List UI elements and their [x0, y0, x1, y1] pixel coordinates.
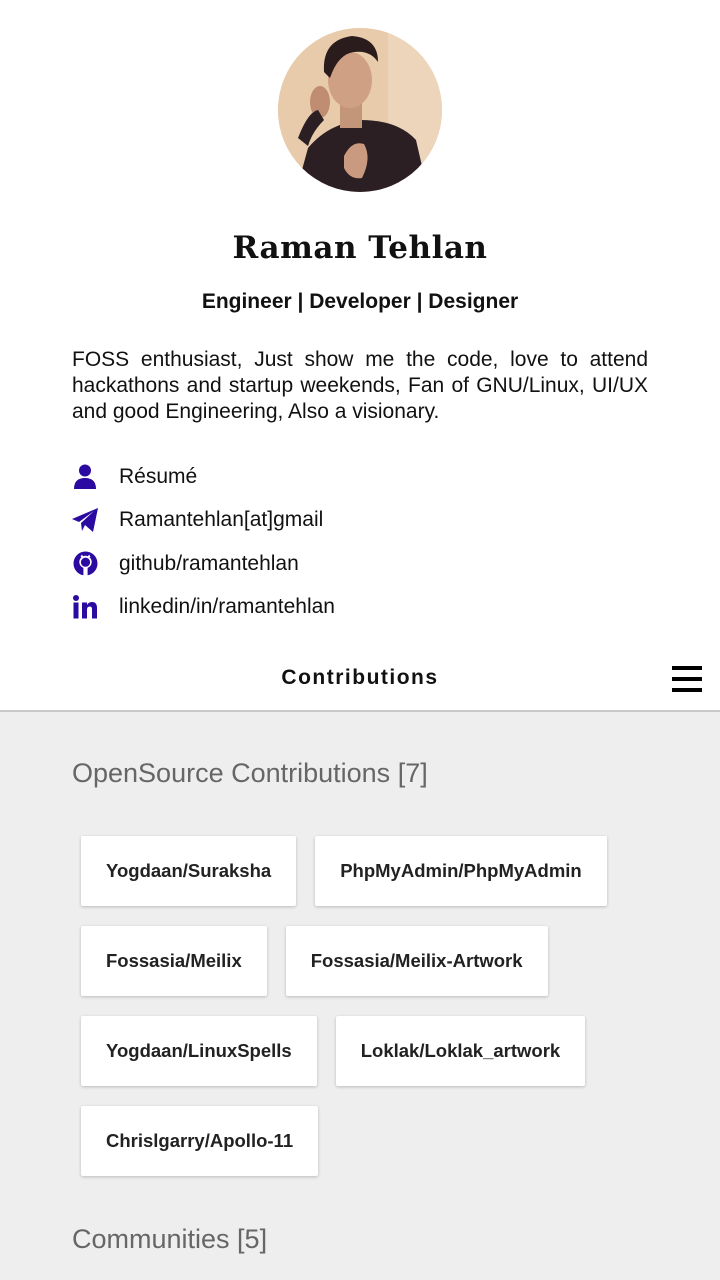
avatar	[278, 28, 442, 192]
chip-row: Chrislgarry/Apollo-11	[81, 1106, 681, 1176]
contributions-navbar: Contributions	[0, 652, 720, 712]
chip-row: Yogdaan/LinuxSpells Loklak/Loklak_artwor…	[81, 1016, 681, 1086]
user-icon	[72, 464, 98, 490]
contribution-chip[interactable]: Yogdaan/LinuxSpells	[81, 1016, 317, 1086]
github-link-label: github/ramantehlan	[119, 551, 299, 575]
opensource-section-title: OpenSource Contributions [7]	[72, 758, 428, 788]
linkedin-link-label: linkedin/in/ramantehlan	[119, 595, 335, 619]
email-link[interactable]: Ramantehlan[at]gmail	[72, 499, 632, 543]
navbar-title: Contributions	[281, 666, 439, 689]
profile-name: Raman Tehlan	[232, 230, 488, 266]
linkedin-icon	[72, 594, 98, 620]
contribution-chip[interactable]: Fossasia/Meilix	[81, 926, 267, 996]
contribution-chip[interactable]: PhpMyAdmin/PhpMyAdmin	[315, 836, 607, 906]
communities-section-title: Communities [5]	[72, 1224, 268, 1254]
hamburger-menu-icon[interactable]	[672, 666, 702, 694]
contribution-chip[interactable]: Fossasia/Meilix-Artwork	[285, 926, 548, 996]
contribution-chip[interactable]: Loklak/Loklak_artwork	[335, 1016, 586, 1086]
resume-link-label: Résumé	[119, 464, 198, 488]
contributions-content: OpenSource Contributions [7] Yogdaan/Sur…	[0, 712, 720, 1280]
profile-section: Raman Tehlan Engineer | Developer | Desi…	[0, 0, 720, 652]
resume-link[interactable]: Résumé	[72, 455, 632, 499]
email-link-label: Ramantehlan[at]gmail	[119, 508, 324, 532]
profile-bio: FOSS enthusiast, Just show me the code, …	[72, 348, 648, 423]
contribution-chip[interactable]: Yogdaan/Suraksha	[81, 836, 297, 906]
chip-row: Fossasia/Meilix Fossasia/Meilix-Artwork	[81, 926, 681, 996]
chip-row: Yogdaan/Suraksha PhpMyAdmin/PhpMyAdmin	[81, 836, 681, 906]
profile-page: Raman Tehlan Engineer | Developer | Desi…	[0, 0, 720, 1280]
opensource-chip-list: Yogdaan/Suraksha PhpMyAdmin/PhpMyAdmin F…	[81, 836, 681, 1196]
profile-tagline: Engineer | Developer | Designer	[201, 290, 519, 313]
paper-plane-icon	[72, 507, 98, 533]
github-icon	[72, 551, 98, 577]
github-link[interactable]: github/ramantehlan	[72, 542, 632, 586]
contribution-chip[interactable]: Chrislgarry/Apollo-11	[81, 1106, 319, 1176]
linkedin-link[interactable]: linkedin/in/ramantehlan	[72, 586, 632, 630]
contact-links: Résumé Ramantehlan[at]gmail github/raman…	[72, 455, 632, 629]
